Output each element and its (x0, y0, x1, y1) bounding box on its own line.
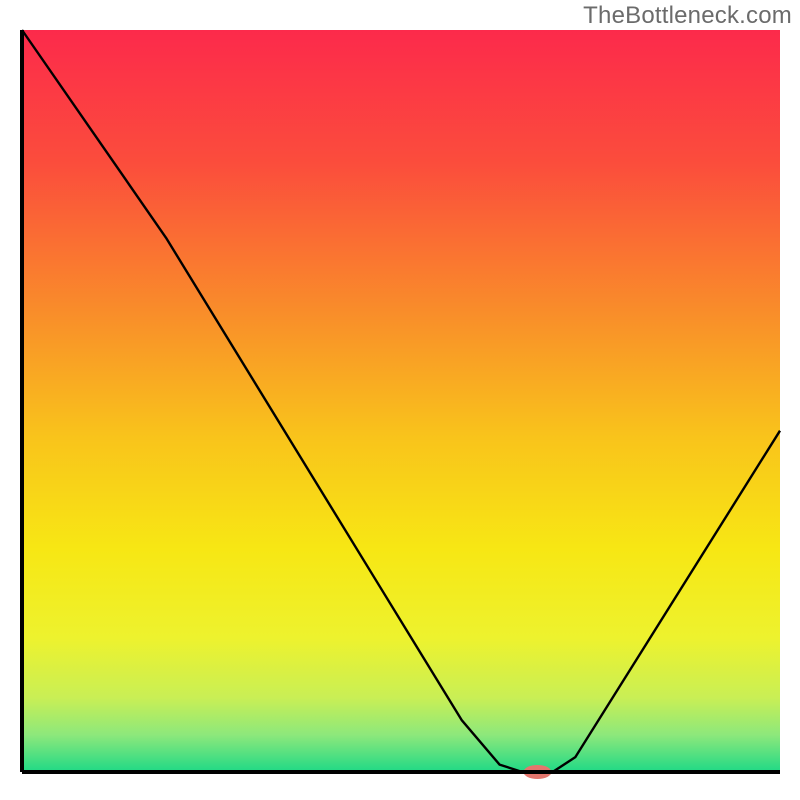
bottleneck-chart (0, 0, 800, 800)
plot-background (22, 30, 780, 772)
watermark-label: TheBottleneck.com (583, 2, 792, 30)
